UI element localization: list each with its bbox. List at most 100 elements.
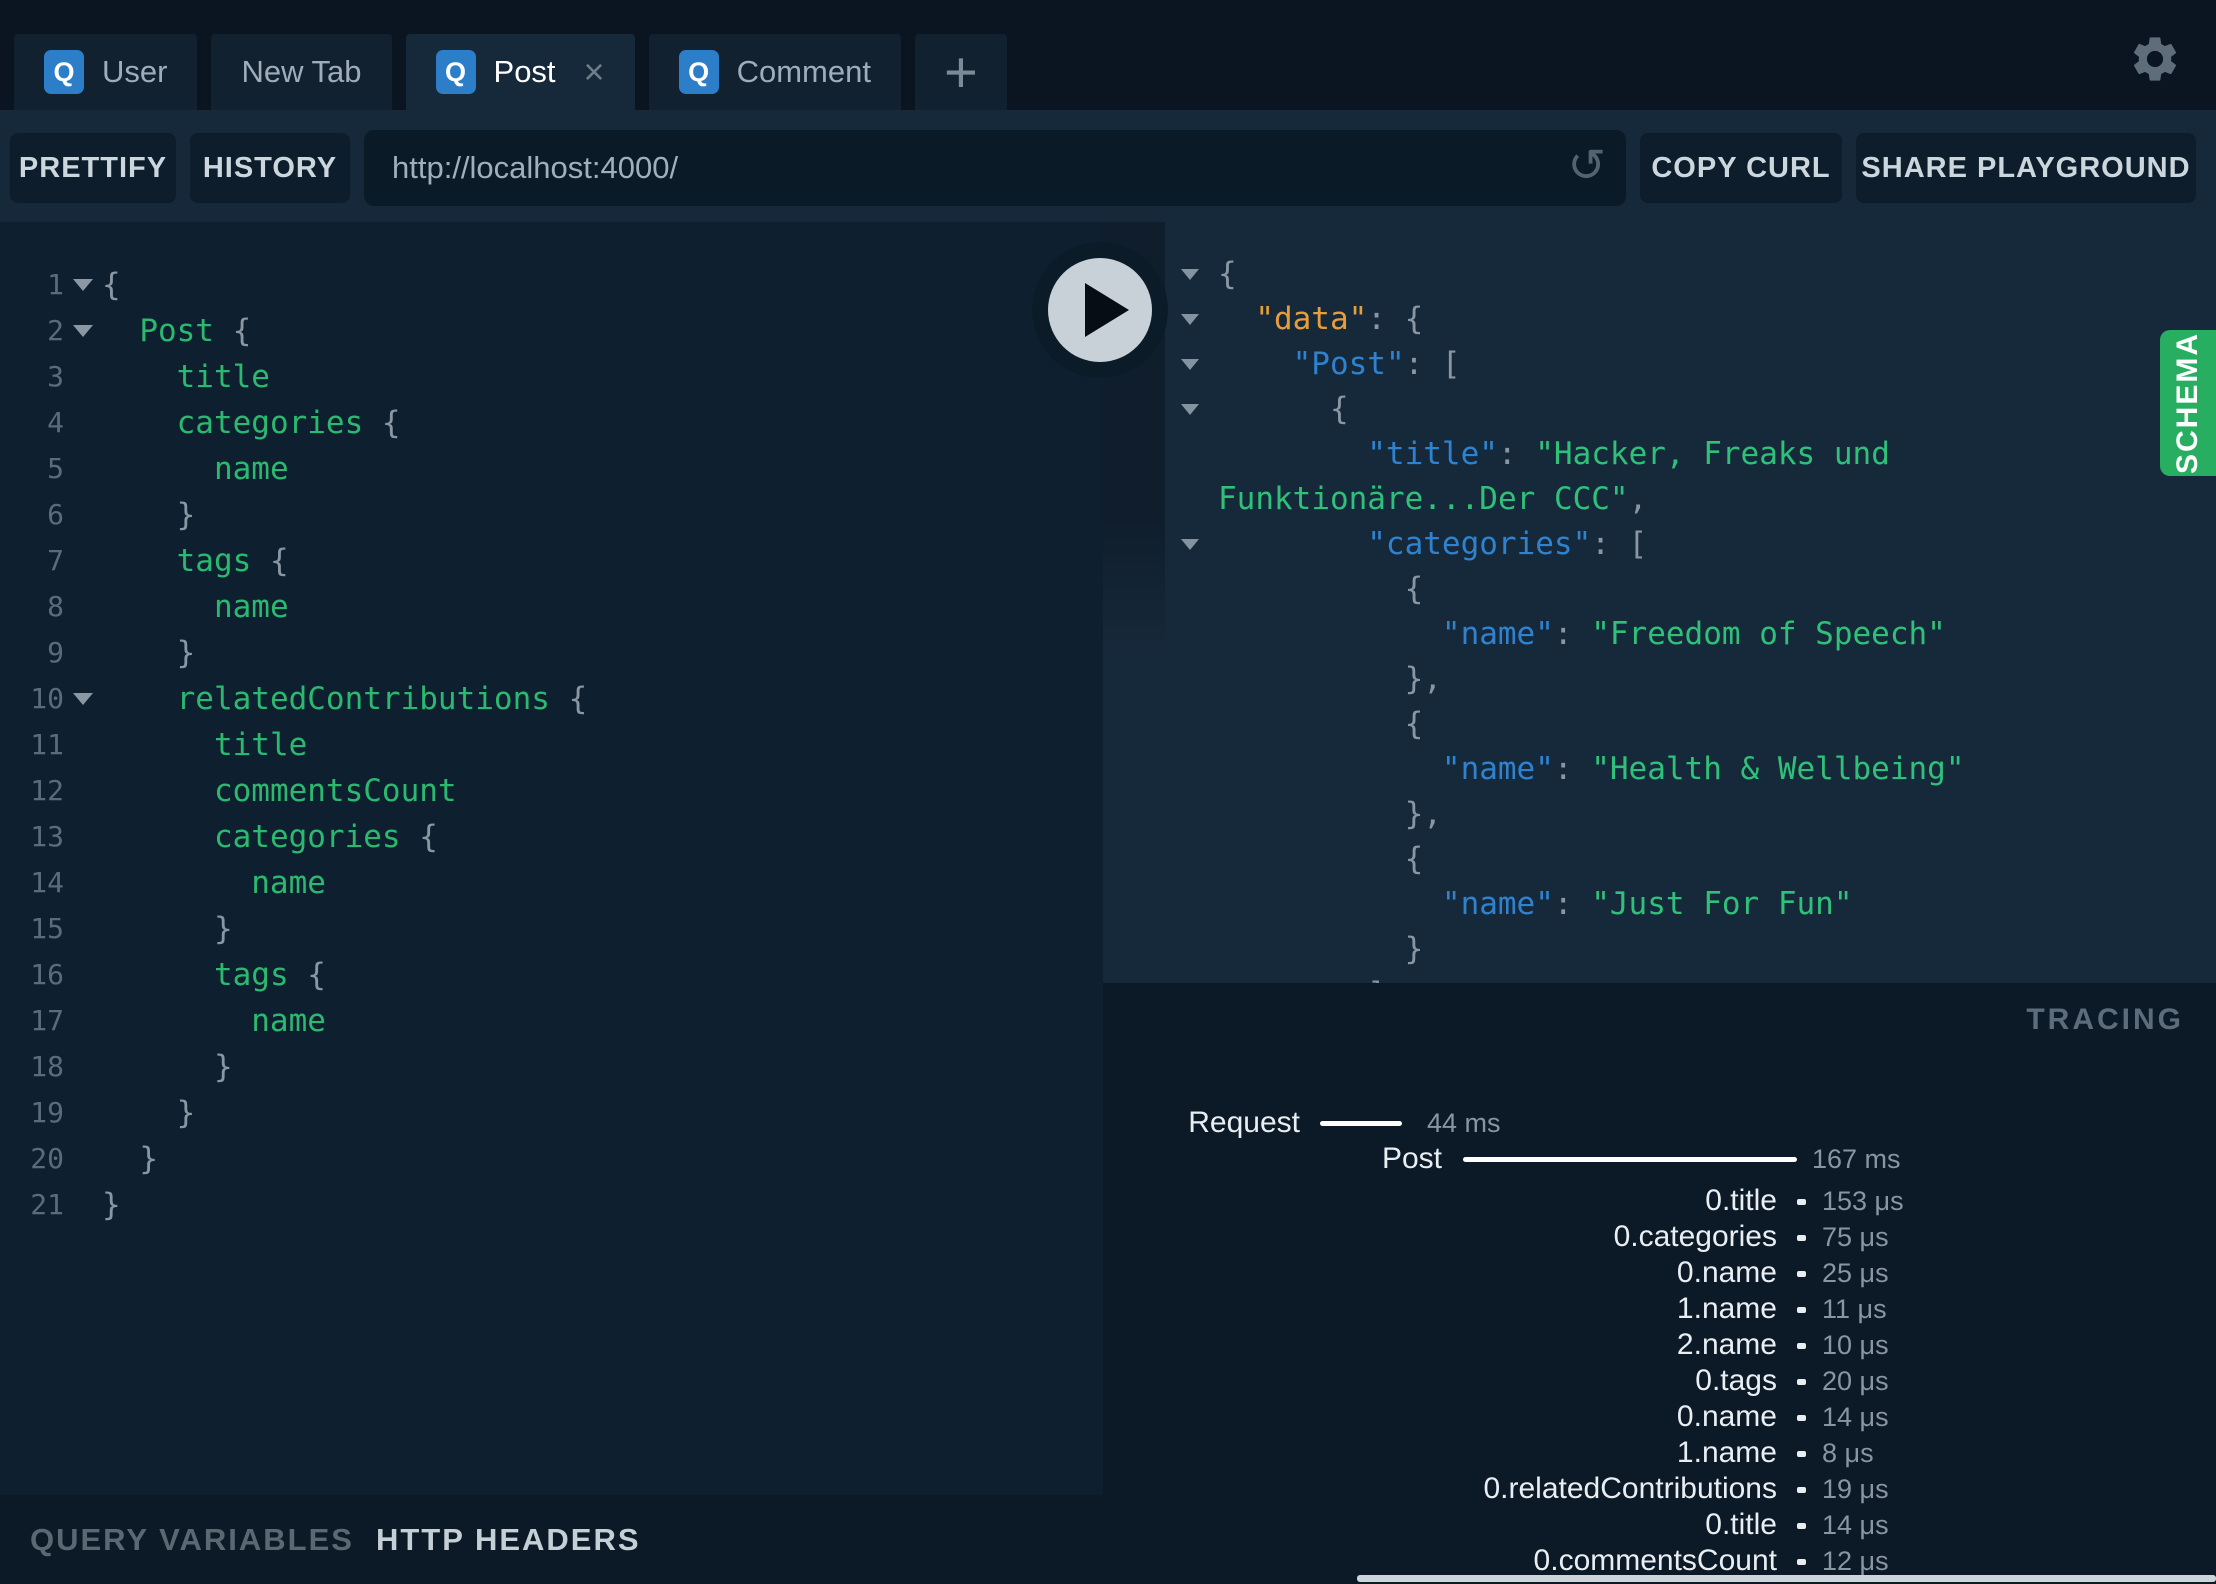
code-line: 21} <box>0 1182 1103 1228</box>
tab-user[interactable]: Q User <box>14 34 198 110</box>
query-badge-icon: Q <box>435 50 476 94</box>
settings-button[interactable] <box>2128 32 2182 86</box>
prettify-button[interactable]: PRETTIFY <box>10 133 176 203</box>
fold-gutter <box>64 722 102 768</box>
http-headers-tab[interactable]: HTTP HEADERS <box>376 1522 641 1558</box>
trace-row: 0.name 14 μs <box>1103 1399 2216 1435</box>
response-text: { <box>1404 571 1424 607</box>
fold-gutter <box>64 1182 102 1228</box>
reload-icon[interactable]: ↺ <box>1567 138 1606 192</box>
fold-gutter <box>64 906 102 952</box>
tab-bar: Q User New Tab Q Post × Q Comment + <box>0 0 2216 110</box>
fold-gutter <box>64 492 102 538</box>
trace-row: 0.title 153 μs <box>1103 1183 2216 1219</box>
response-line: "name": "Freedom of Speech" <box>1103 612 2216 657</box>
code-text: Post { <box>139 313 252 349</box>
code-text: tags { <box>213 957 326 993</box>
trace-time: 12 μs <box>1822 1546 1889 1576</box>
add-tab-button[interactable]: + <box>914 34 1007 110</box>
response-line: { <box>1103 567 2216 612</box>
code-text: } <box>102 1187 121 1223</box>
response-line: "name": "Just For Fun" <box>1103 882 2216 927</box>
trace-label: 0.relatedContributions <box>1483 1472 1777 1505</box>
trace-row: 0.tags 20 μs <box>1103 1363 2216 1399</box>
endpoint-url-input[interactable]: http://localhost:4000/ ↺ <box>364 130 1626 206</box>
fold-gutter <box>64 538 102 584</box>
tab-new-tab[interactable]: New Tab <box>211 34 392 110</box>
response-text: { <box>1404 706 1424 742</box>
fold-arrow-icon[interactable] <box>73 693 93 705</box>
line-number: 10 <box>30 682 64 715</box>
trace-row: 0.commentsCount 12 μs <box>1103 1543 2216 1579</box>
code-line: 20} <box>0 1136 1103 1182</box>
trace-row: Post 167 ms <box>1103 1141 2216 1177</box>
line-number: 3 <box>47 360 64 393</box>
trace-label: 0.tags <box>1695 1364 1777 1397</box>
execute-query-button[interactable] <box>1032 242 1168 378</box>
tracing-panel: TRACING Request 44 ms Post 167 ms 0.title 153… <box>1103 983 2216 1584</box>
trace-duration-dash <box>1797 1559 1806 1565</box>
fold-gutter <box>64 1136 102 1182</box>
trace-time: 14 μs <box>1822 1402 1889 1432</box>
fold-gutter <box>64 814 102 860</box>
fold-gutter <box>64 308 102 354</box>
code-line: 10 relatedContributions { <box>0 676 1103 722</box>
response-line: "data": { <box>1103 297 2216 342</box>
endpoint-url-value: http://localhost:4000/ <box>392 150 679 185</box>
code-text: categories { <box>213 819 438 855</box>
share-playground-button[interactable]: SHARE PLAYGROUND <box>1856 133 2196 203</box>
copy-curl-button[interactable]: COPY CURL <box>1640 133 1842 203</box>
response-line: "Post": [ <box>1103 342 2216 387</box>
fold-arrow-icon[interactable] <box>73 325 93 337</box>
response-text: }, <box>1404 796 1442 832</box>
response-line: { <box>1103 387 2216 432</box>
code-line: 18} <box>0 1044 1103 1090</box>
code-line: 5 name <box>0 446 1103 492</box>
horizontal-scrollbar[interactable] <box>1357 1575 2216 1582</box>
code-text: } <box>176 497 196 533</box>
collapse-arrow-icon[interactable] <box>1181 404 1199 415</box>
response-text: { <box>1404 841 1424 877</box>
response-text: { <box>1218 256 1237 292</box>
response-text: "name": "Just For Fun" <box>1441 886 1853 922</box>
line-number: 16 <box>30 958 64 991</box>
close-tab-icon[interactable]: × <box>584 54 605 90</box>
trace-row: 1.name 8 μs <box>1103 1435 2216 1471</box>
code-text: } <box>213 1049 233 1085</box>
query-variables-tab[interactable]: QUERY VARIABLES <box>30 1522 354 1558</box>
execute-button-face <box>1048 258 1152 362</box>
fold-gutter <box>64 998 102 1044</box>
history-button[interactable]: HISTORY <box>190 133 350 203</box>
fold-gutter <box>64 860 102 906</box>
fold-arrow-icon[interactable] <box>73 279 93 291</box>
collapse-arrow-icon[interactable] <box>1181 539 1199 550</box>
code-text: } <box>139 1141 158 1177</box>
response-lines: {"data": {"Post": [{"title": "Hacker, Fr… <box>1103 252 2216 983</box>
query-editor[interactable]: 1{2 Post {3 title 4 categories {5 name 6} 7 tags… <box>0 222 1103 1495</box>
line-number: 1 <box>47 268 64 301</box>
tab-comment[interactable]: Q Comment <box>648 34 901 110</box>
response-text: "title": "Hacker, Freaks und <box>1367 436 1890 472</box>
line-number: 5 <box>47 452 64 485</box>
collapse-arrow-icon[interactable] <box>1181 359 1199 370</box>
collapse-arrow-icon[interactable] <box>1181 314 1199 325</box>
trace-label: 0.commentsCount <box>1533 1544 1777 1577</box>
response-line: { <box>1103 252 2216 297</box>
code-text: tags { <box>176 543 289 579</box>
collapse-arrow-icon[interactable] <box>1181 269 1199 280</box>
line-number: 8 <box>47 590 64 623</box>
tab-post[interactable]: Q Post × <box>405 34 635 110</box>
response-line: { <box>1103 702 2216 747</box>
fold-gutter <box>64 768 102 814</box>
trace-row: 0.name 25 μs <box>1103 1255 2216 1291</box>
response-line: "name": "Health & Wellbeing" <box>1103 747 2216 792</box>
tabs: Q User New Tab Q Post × Q Comment <box>14 34 901 110</box>
schema-tab-button[interactable]: SCHEMA <box>2160 330 2216 476</box>
code-text: } <box>176 635 196 671</box>
line-number: 18 <box>30 1050 64 1083</box>
code-line: 19} <box>0 1090 1103 1136</box>
code-line: 16 tags { <box>0 952 1103 998</box>
trace-duration-dash <box>1797 1235 1806 1241</box>
response-line: } <box>1103 927 2216 972</box>
footer-bar: QUERY VARIABLES HTTP HEADERS <box>0 1495 1103 1584</box>
